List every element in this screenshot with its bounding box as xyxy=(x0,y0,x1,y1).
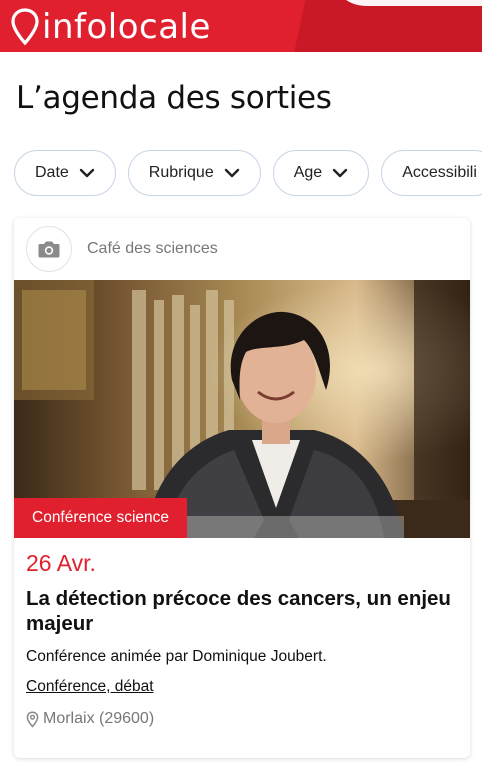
event-type-link[interactable]: Conférence, débat xyxy=(26,678,154,696)
card-body: 26 Avr. La détection précoce des cancers… xyxy=(14,538,470,728)
event-location: Morlaix (29600) xyxy=(26,710,458,728)
main-content: L’agenda des sorties Date Rubrique Age A… xyxy=(0,52,482,768)
app-header: infolocale xyxy=(0,0,482,52)
filter-label: Date xyxy=(35,164,69,181)
logo-text: infolocale xyxy=(42,7,211,47)
filter-date-button[interactable]: Date xyxy=(14,150,116,196)
event-source: Café des sciences xyxy=(87,240,218,257)
filter-rubrique-button[interactable]: Rubrique xyxy=(127,150,261,196)
map-pin-icon xyxy=(26,710,39,728)
event-photo[interactable]: Conférence science xyxy=(14,280,470,538)
chevron-down-icon xyxy=(79,168,94,178)
camera-icon xyxy=(38,241,60,258)
card-header: Café des sciences xyxy=(14,218,470,280)
camera-badge xyxy=(26,226,72,272)
event-card[interactable]: Café des sciences Conférence science 26 … xyxy=(14,218,470,758)
event-title[interactable]: La détection précoce des cancers, un enj… xyxy=(26,586,458,636)
filter-label: Age xyxy=(293,164,323,181)
filter-label: Accessibili xyxy=(402,164,477,181)
event-date: 26 Avr. xyxy=(26,550,96,576)
event-location-text: Morlaix (29600) xyxy=(43,710,155,727)
filter-label: Rubrique xyxy=(148,164,214,181)
header-decoration xyxy=(290,0,482,52)
filter-accessibility-button[interactable]: Accessibili xyxy=(381,150,482,196)
chevron-down-icon xyxy=(224,168,239,178)
location-pin-icon xyxy=(11,8,39,46)
chevron-down-icon xyxy=(333,168,348,178)
event-description: Conférence animée par Dominique Joubert. xyxy=(26,648,327,665)
page-title: L’agenda des sorties xyxy=(16,80,332,116)
filter-age-button[interactable]: Age xyxy=(272,150,370,196)
logo[interactable]: infolocale xyxy=(10,6,211,48)
category-tag[interactable]: Conférence science xyxy=(14,498,187,538)
filter-bar: Date Rubrique Age Accessibili xyxy=(14,150,482,196)
